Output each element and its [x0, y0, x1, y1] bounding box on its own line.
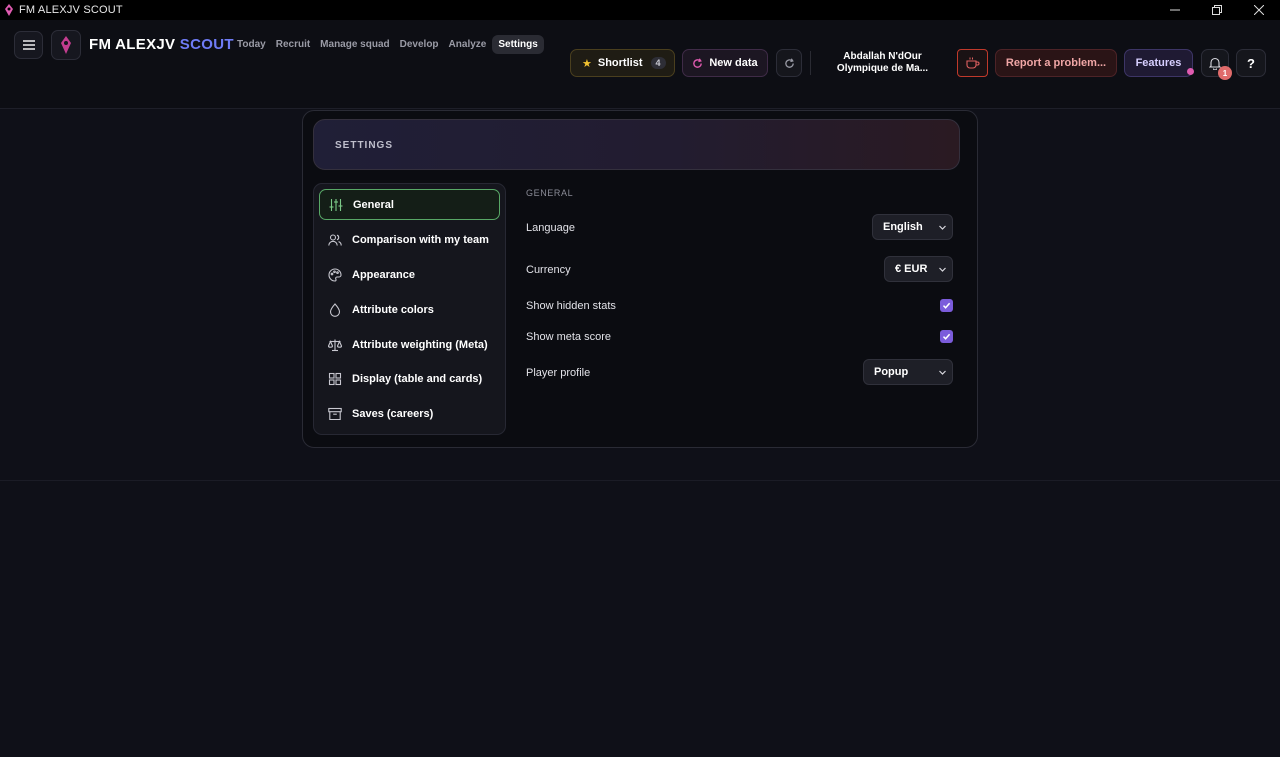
restore-icon	[1212, 5, 1222, 15]
restore-button[interactable]	[1196, 0, 1238, 20]
settings-modal: SETTINGS General Comparison with my team…	[302, 110, 978, 448]
nav-manage-squad[interactable]: Manage squad	[316, 35, 393, 54]
sliders-icon	[329, 198, 343, 212]
report-problem-button[interactable]: Report a problem...	[995, 49, 1117, 77]
help-button[interactable]: ?	[1236, 49, 1266, 77]
checkmark-icon	[942, 302, 951, 309]
show-hidden-stats-label: Show hidden stats	[526, 300, 616, 312]
reload-button[interactable]	[776, 49, 802, 77]
droplet-icon	[328, 302, 342, 317]
settings-sidebar: General Comparison with my team Appearan…	[313, 183, 506, 435]
chevron-down-icon	[938, 265, 947, 274]
toolbar-separator	[810, 51, 811, 75]
settings-menu-label: Attribute colors	[352, 303, 434, 316]
app-logo-icon	[2, 0, 16, 20]
settings-header-banner: SETTINGS	[313, 119, 960, 170]
background-divider	[0, 480, 1280, 481]
hamburger-menu-button[interactable]	[14, 31, 43, 59]
settings-title: SETTINGS	[335, 140, 394, 151]
language-value: English	[883, 221, 923, 233]
chevron-down-icon	[938, 368, 947, 377]
new-data-label: New data	[709, 57, 758, 69]
features-new-dot	[1187, 68, 1194, 75]
shortlist-button[interactable]: ★ Shortlist 4	[570, 49, 675, 77]
window-title: FM ALEXJV SCOUT	[19, 4, 123, 16]
player-name: Abdallah N'dOur	[843, 51, 922, 62]
nav-recruit[interactable]: Recruit	[272, 35, 314, 54]
close-icon	[1254, 5, 1264, 15]
settings-menu-label: General	[353, 198, 394, 211]
shortlist-count-badge: 4	[650, 57, 666, 69]
coffee-cup-icon	[965, 57, 979, 69]
shortlist-label: Shortlist	[597, 57, 643, 69]
window-title-bar: FM ALEXJV SCOUT	[0, 0, 1280, 20]
star-icon: ★	[582, 57, 592, 70]
palette-icon	[328, 267, 342, 282]
logo-button[interactable]	[51, 30, 81, 60]
archive-icon	[328, 407, 342, 421]
section-title: GENERAL	[526, 188, 574, 198]
nav-settings[interactable]: Settings	[492, 35, 544, 54]
player-profile-label: Player profile	[526, 367, 591, 379]
brand-accent: SCOUT	[179, 36, 234, 53]
show-meta-score-label: Show meta score	[526, 331, 611, 343]
close-button[interactable]	[1238, 0, 1280, 20]
compass-pin-icon	[61, 36, 71, 54]
grid-icon	[328, 372, 342, 386]
show-meta-score-checkbox[interactable]	[940, 330, 953, 343]
settings-menu-comparison[interactable]: Comparison with my team	[319, 224, 500, 255]
currency-select[interactable]: € EUR	[884, 256, 953, 282]
settings-menu-general[interactable]: General	[319, 189, 500, 220]
language-select[interactable]: English	[872, 214, 953, 240]
reload-icon	[784, 57, 794, 68]
refresh-circle-icon	[692, 57, 703, 69]
settings-menu-attribute-weighting[interactable]: Attribute weighting (Meta)	[319, 329, 500, 360]
settings-menu-label: Appearance	[352, 268, 415, 281]
settings-menu-display[interactable]: Display (table and cards)	[319, 363, 500, 394]
settings-menu-attribute-colors[interactable]: Attribute colors	[319, 294, 500, 325]
player-profile-value: Popup	[874, 366, 909, 378]
player-profile-select[interactable]: Popup	[863, 359, 953, 385]
currency-label: Currency	[526, 264, 571, 276]
features-button[interactable]: Features	[1124, 49, 1193, 77]
checkmark-icon	[942, 333, 951, 340]
nav-analyze[interactable]: Analyze	[445, 35, 491, 54]
notification-count-badge: 1	[1218, 66, 1232, 80]
minimize-button[interactable]	[1154, 0, 1196, 20]
player-club: Olympique de Ma...	[836, 63, 929, 74]
nav-today[interactable]: Today	[233, 35, 270, 54]
current-player-info[interactable]: Abdallah N'dOur Olympique de Ma...	[820, 51, 945, 75]
settings-menu-label: Saves (careers)	[352, 407, 434, 420]
chevron-down-icon	[938, 223, 947, 232]
brand-name: FM ALEXJV	[89, 36, 176, 53]
nav-develop[interactable]: Develop	[396, 35, 443, 54]
language-label: Language	[526, 222, 575, 234]
currency-value: € EUR	[895, 263, 928, 275]
new-data-button[interactable]: New data	[682, 49, 768, 77]
show-hidden-stats-checkbox[interactable]	[940, 299, 953, 312]
settings-menu-label: Comparison with my team	[352, 233, 489, 246]
main-nav: Today Recruit Manage squad Develop Analy…	[233, 35, 544, 54]
scale-icon	[328, 338, 342, 352]
settings-menu-label: Display (table and cards)	[352, 372, 483, 385]
minimize-icon	[1170, 9, 1180, 11]
hamburger-icon	[22, 40, 35, 50]
coffee-button[interactable]	[957, 49, 988, 77]
settings-menu-appearance[interactable]: Appearance	[319, 259, 500, 290]
settings-menu-label: Attribute weighting (Meta)	[352, 338, 488, 351]
users-icon	[328, 233, 342, 247]
brand-title: FM ALEXJV SCOUT	[89, 36, 234, 53]
settings-menu-saves[interactable]: Saves (careers)	[319, 398, 500, 429]
